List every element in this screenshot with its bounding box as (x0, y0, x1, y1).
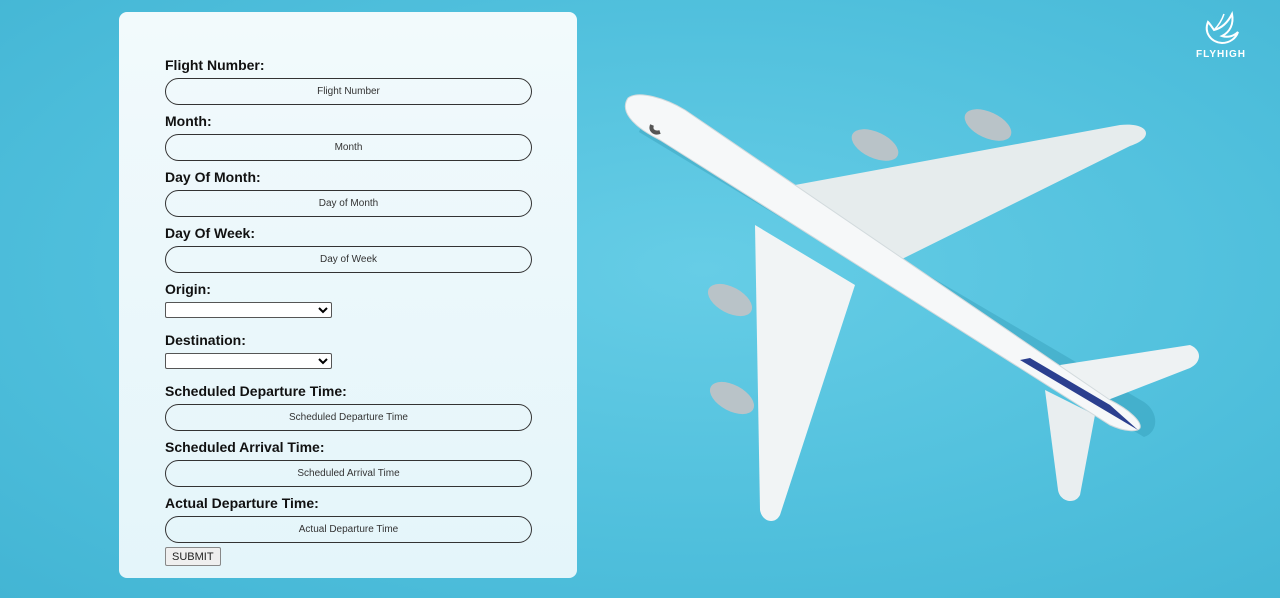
form-panel: Flight Number: Month: Day Of Month: Day … (119, 12, 577, 578)
scheduled-arrival-input[interactable] (165, 460, 532, 487)
scheduled-departure-label: Scheduled Departure Time: (165, 383, 347, 399)
submit-button[interactable]: SUBMIT (165, 547, 221, 566)
actual-departure-label: Actual Departure Time: (165, 495, 319, 511)
day-of-week-input[interactable] (165, 246, 532, 273)
origin-label: Origin: (165, 281, 211, 297)
month-label: Month: (165, 113, 212, 129)
month-input[interactable] (165, 134, 532, 161)
day-of-month-label: Day Of Month: (165, 169, 261, 185)
brand-name: FLYHIGH (1196, 49, 1246, 60)
day-of-week-label: Day Of Week: (165, 225, 255, 241)
airplane-image (624, 94, 1199, 522)
origin-select[interactable] (165, 302, 332, 318)
flight-number-label: Flight Number: (165, 57, 265, 73)
scheduled-departure-input[interactable] (165, 404, 532, 431)
flight-number-input[interactable] (165, 78, 532, 105)
destination-label: Destination: (165, 332, 246, 348)
destination-select[interactable] (165, 353, 332, 369)
brand-logo: FLYHIGH (1192, 10, 1250, 70)
scheduled-arrival-label: Scheduled Arrival Time: (165, 439, 325, 455)
bird-logo-icon (1205, 10, 1239, 45)
airplane-near-wing (755, 225, 855, 522)
actual-departure-input[interactable] (165, 516, 532, 543)
day-of-month-input[interactable] (165, 190, 532, 217)
flight-delay-form: Flight Number: Month: Day Of Month: Day … (165, 56, 532, 566)
